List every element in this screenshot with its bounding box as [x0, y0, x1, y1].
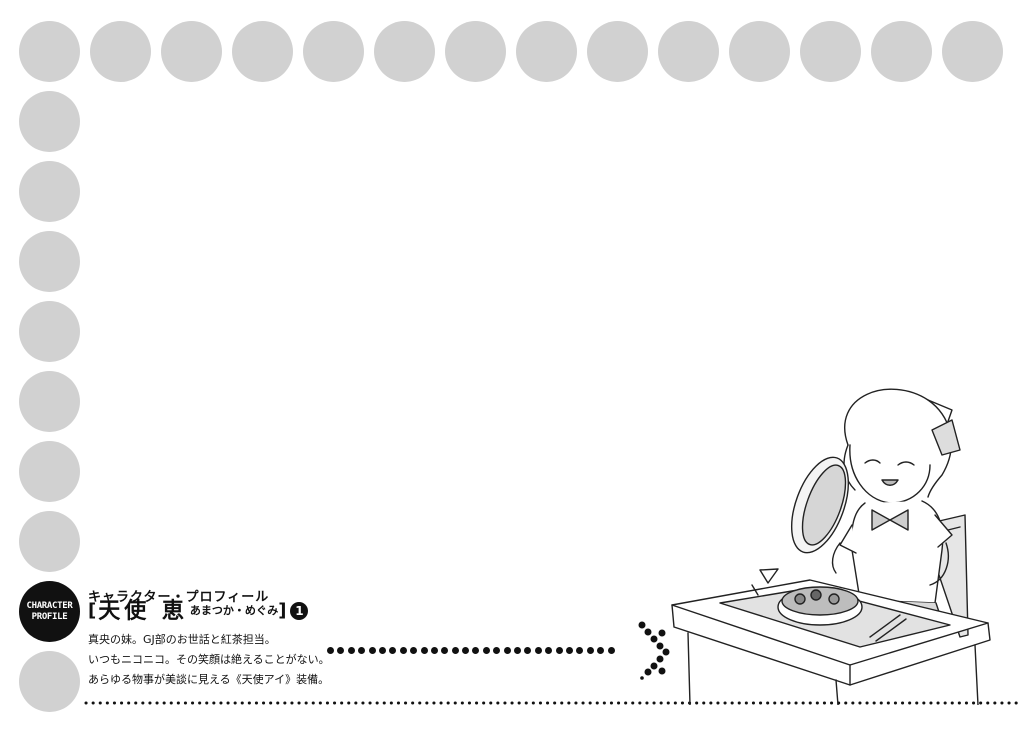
- arrow-dot: [565, 647, 573, 654]
- badge-line-2: PROFILE: [31, 611, 68, 622]
- border-dot: [19, 651, 80, 712]
- bracket-close: ]: [278, 600, 287, 621]
- arrow-dot: [430, 647, 438, 654]
- description-line: 真央の妹。GJ部のお世話と紅茶担当。: [88, 633, 276, 646]
- border-dot: [303, 21, 364, 82]
- arrow-dot: [503, 647, 511, 654]
- arrow-dot: [451, 647, 459, 654]
- border-dot: [729, 21, 790, 82]
- border-dot: [19, 301, 80, 362]
- description-line: あらゆる物事が美談に見える《天使アイ》装備。: [88, 673, 330, 686]
- arrow-dot: [420, 647, 428, 654]
- border-dot: [19, 21, 80, 82]
- border-dot: [19, 231, 80, 292]
- arrow-dot: [514, 647, 522, 654]
- arrow-dot: [378, 647, 386, 654]
- border-dot: [658, 21, 719, 82]
- arrow-dot: [597, 647, 605, 654]
- character-profile-badge: CHARACTER PROFILE: [19, 581, 80, 642]
- arrow-dot: [368, 647, 376, 654]
- border-dot: [19, 161, 80, 222]
- border-dot: [587, 21, 648, 82]
- character-name-reading: あまつか・めぐみ: [189, 604, 279, 617]
- top-dot-border: [19, 21, 1013, 82]
- border-dot: [871, 21, 932, 82]
- border-dot: [19, 511, 80, 572]
- arrow-dot: [347, 647, 355, 654]
- border-dot: [19, 91, 80, 152]
- description-line: いつもニコニコ。その笑顔は絶えることがない。: [88, 653, 330, 666]
- arrow-dot: [472, 647, 480, 654]
- border-dot: [800, 21, 861, 82]
- character-name: 天使 恵: [98, 598, 188, 624]
- arrow-dot: [524, 647, 532, 654]
- arrow-dot: [607, 647, 615, 654]
- border-dot: [374, 21, 435, 82]
- dotted-arrow-shaft: [327, 647, 618, 654]
- bracket-open: [: [88, 600, 97, 621]
- border-dot: [90, 21, 151, 82]
- border-dot: [516, 21, 577, 82]
- border-dot: [19, 371, 80, 432]
- arrow-dot: [410, 647, 418, 654]
- arrow-dot: [358, 647, 366, 654]
- arrow-dot: [337, 647, 345, 654]
- border-dot: [19, 441, 80, 502]
- arrow-dot: [576, 647, 584, 654]
- badge-line-1: CHARACTER: [26, 600, 73, 611]
- arrow-dot: [555, 647, 563, 654]
- character-description: 真央の妹。GJ部のお世話と紅茶担当。 いつもニコニコ。その笑顔は絶えることがない…: [88, 630, 330, 690]
- arrow-dot: [545, 647, 553, 654]
- border-dot: [445, 21, 506, 82]
- arrow-dot: [441, 647, 449, 654]
- arrow-dot: [399, 647, 407, 654]
- profile-number-badge: 1: [290, 602, 309, 620]
- border-dot: [232, 21, 293, 82]
- arrow-dot: [327, 647, 334, 654]
- arrow-dot: [493, 647, 501, 654]
- arrow-dot: [462, 647, 470, 654]
- arrow-dot: [534, 647, 542, 654]
- arrow-dot: [586, 647, 594, 654]
- character-name-line: [ 天使 恵 あまつか・めぐみ ] 1: [88, 598, 309, 624]
- arrow-dot: [482, 647, 490, 654]
- arrow-dot: [389, 647, 397, 654]
- border-dot: [161, 21, 222, 82]
- character-illustration: [671, 388, 991, 705]
- border-dot: [942, 21, 1003, 82]
